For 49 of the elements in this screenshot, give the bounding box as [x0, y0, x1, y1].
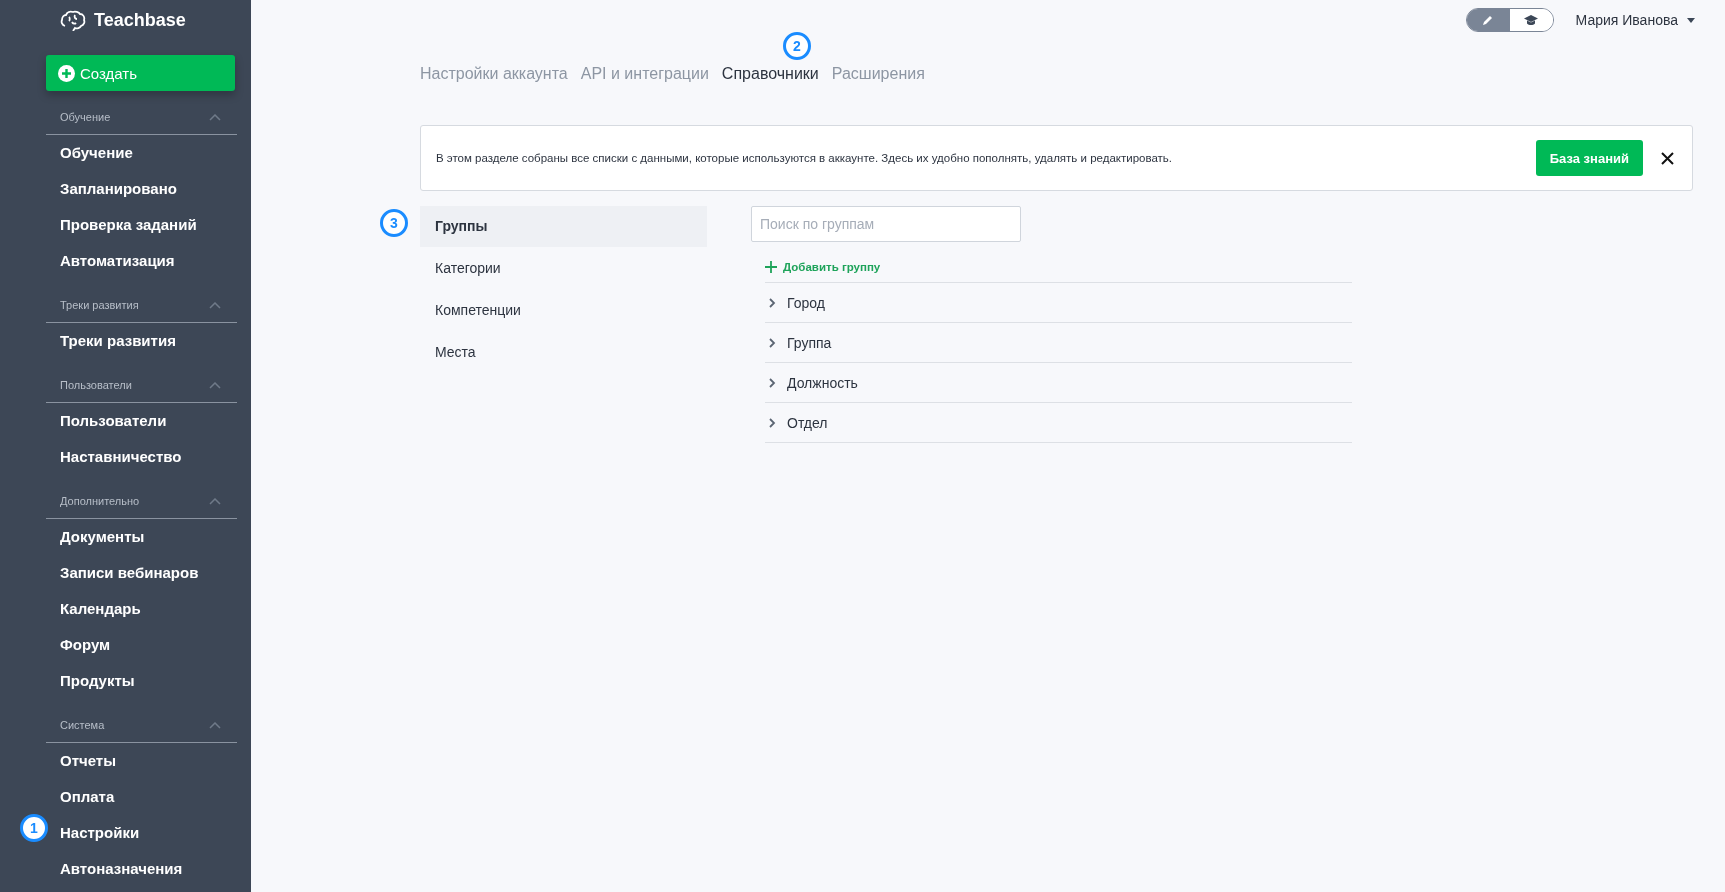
section-title: Пользователи	[60, 379, 132, 391]
plus-icon	[765, 261, 777, 273]
nav-item[interactable]: Автоматизация	[46, 243, 237, 279]
nav-item[interactable]: Документы	[46, 519, 237, 555]
group-name[interactable]: Должность	[787, 374, 858, 391]
tab[interactable]: Справочники	[721, 65, 819, 83]
plus-circle-icon	[58, 64, 75, 82]
close-button[interactable]	[1659, 149, 1676, 167]
nav-item[interactable]: Обучение	[46, 135, 237, 171]
notice-text: В этом разделе собраны все списки с данными, которые используются в аккаунте. Здесь их удобно пополнять, удалять и редактировать.	[436, 152, 1173, 164]
brain-logo-icon	[60, 9, 86, 31]
graduation-cap-icon	[1524, 14, 1539, 26]
user-menu[interactable]: Мария Иванова	[1575, 12, 1695, 28]
chevron-right-icon[interactable]	[769, 417, 776, 428]
step-marker: 3	[380, 209, 408, 237]
group-name[interactable]: Группа	[787, 334, 832, 351]
section-title: Обучение	[60, 111, 111, 123]
section-title: Дополнительно	[60, 495, 140, 507]
chevron-right-icon[interactable]	[769, 377, 776, 388]
pencil-icon	[1482, 14, 1495, 26]
nav-item[interactable]: Отчеты	[46, 743, 237, 779]
nav-item[interactable]: Настройки	[46, 815, 237, 851]
section-title: Система	[60, 719, 105, 731]
nav-item[interactable]: Записи вебинаров	[46, 555, 237, 591]
step-marker: 2	[783, 32, 811, 60]
catalog-menu-item[interactable]: Компетенции	[420, 290, 707, 331]
nav-item[interactable]: Пользователи	[46, 403, 237, 439]
nav-item[interactable]: Продукты	[46, 663, 237, 699]
section-title: Треки развития	[60, 299, 139, 311]
nav-item[interactable]: Проверка заданий	[46, 207, 237, 243]
nav-item[interactable]: Треки развития	[46, 323, 237, 359]
catalog-menu-item[interactable]: Места	[420, 332, 707, 373]
logo-text: Teachbase	[94, 9, 186, 31]
close-icon	[1661, 151, 1674, 165]
caret-icon	[1687, 17, 1695, 23]
nav-item[interactable]: Оплата	[46, 779, 237, 815]
nav-item[interactable]: Запланировано	[46, 171, 237, 207]
graduation-cap-mode-button[interactable]	[1509, 9, 1553, 31]
nav-item[interactable]: Форум	[46, 627, 237, 663]
search-field[interactable]: Поиск по группам	[751, 206, 1021, 242]
nav-item[interactable]: Наставничество	[46, 439, 237, 475]
group-name[interactable]: Город	[787, 294, 825, 311]
chevron-right-icon[interactable]	[769, 297, 776, 308]
catalog-menu-item[interactable]: Группы	[420, 206, 707, 247]
chevron-right-icon[interactable]	[769, 337, 776, 348]
group-name[interactable]: Отдел	[787, 414, 828, 431]
nav-item[interactable]: Автоназначения	[46, 851, 237, 887]
nav-item[interactable]: Календарь	[46, 591, 237, 627]
catalog-menu-item[interactable]: Категории	[420, 248, 707, 289]
